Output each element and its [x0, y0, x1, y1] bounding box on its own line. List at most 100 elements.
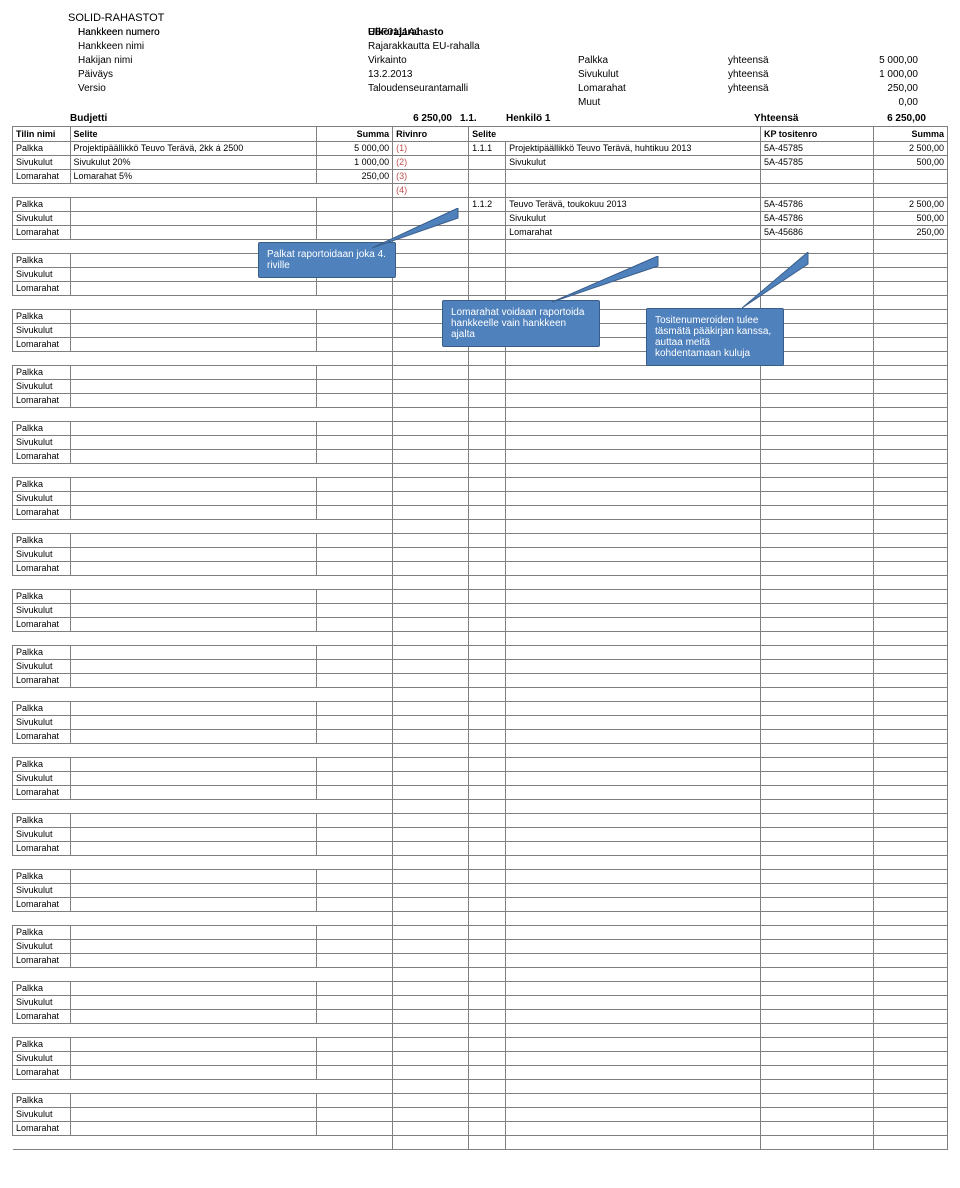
spacer-row [13, 744, 948, 758]
table-row: Lomarahat [13, 562, 948, 576]
table-row: Palkka [13, 590, 948, 604]
summary-label: Lomarahat [578, 82, 728, 96]
table-row: Lomarahat [13, 898, 948, 912]
summary-value: 0,00 [818, 96, 918, 110]
table-row: Palkka [13, 702, 948, 716]
summary-label: Palkka [578, 54, 728, 68]
meta-label: Hankkeen numero [78, 26, 368, 40]
col-tilin-nimi: Tilin nimi [13, 127, 71, 142]
table-row: Sivukulut [13, 828, 948, 842]
spacer-row [13, 968, 948, 982]
table-row: (4) [13, 184, 948, 198]
table-row: Palkka [13, 870, 948, 884]
table-row: SivukulutSivukulut 20%1 000,00(2)Sivukul… [13, 156, 948, 170]
table-row: Sivukulut [13, 940, 948, 954]
table-row: Sivukulut [13, 1052, 948, 1066]
callout-lomarahat: Lomarahat voidaan raportoida hankkeelle … [442, 300, 600, 347]
table-row: Sivukulut [13, 604, 948, 618]
table-row: Palkka [13, 758, 948, 772]
table-row: LomarahatLomarahat 5%250,00(3) [13, 170, 948, 184]
spacer-row [13, 1024, 948, 1038]
table-row: Sivukulut [13, 660, 948, 674]
col-rivinro: Rivinro [393, 127, 469, 142]
table-row: LomarahatLomarahat5A-45686250,00 [13, 226, 948, 240]
budget-label: Budjetti [68, 112, 380, 126]
spacer-row [13, 800, 948, 814]
summary-ylabel: yhteensä [728, 82, 818, 96]
table-row: Palkka1.1.2Teuvo Terävä, toukokuu 20135A… [13, 198, 948, 212]
spacer-row [13, 856, 948, 870]
spacer-row [13, 1080, 948, 1094]
spacer-row [13, 632, 948, 646]
spacer-row [13, 688, 948, 702]
table-row: Lomarahat [13, 282, 948, 296]
summary-label: Sivukulut [578, 68, 728, 82]
table-row: Palkka [13, 814, 948, 828]
table-row: Lomarahat [13, 506, 948, 520]
table-row: Lomarahat [13, 842, 948, 856]
table-row: Lomarahat [13, 394, 948, 408]
col-summa: Summa [317, 127, 393, 142]
table-row: Lomarahat [13, 618, 948, 632]
budget-ramount: 6 250,00 [854, 112, 930, 126]
spacer-row [13, 576, 948, 590]
budget-r3: Yhteensä [754, 112, 854, 126]
budget-amount: 6 250,00 [380, 112, 456, 126]
budget-r2: Henkilö 1 [506, 112, 754, 126]
table-row: Sivukulut [13, 884, 948, 898]
table-row: Palkka [13, 646, 948, 660]
table-row: PalkkaProjektipäällikkö Teuvo Terävä, 2k… [13, 142, 948, 156]
meta-label: Päiväys [78, 68, 368, 82]
spacer-row [13, 240, 948, 254]
table-row: Palkka [13, 926, 948, 940]
table-row: Palkka [13, 534, 948, 548]
callout-palkat: Palkat raportoidaan joka 4. riville [258, 242, 396, 278]
table-header-row: Tilin nimi Selite Summa Rivinro Selite K… [13, 127, 948, 142]
summary-value: 250,00 [818, 82, 918, 96]
callout-tosite: Tositenumeroiden tulee täsmätä pääkirjan… [646, 308, 784, 366]
table-row: Sivukulut [13, 380, 948, 394]
summary-value: 5 000,00 [818, 54, 918, 68]
spacer-row [13, 520, 948, 534]
table-row: Palkka [13, 478, 948, 492]
summary-label: Muut [578, 96, 728, 110]
callout-text: Lomarahat voidaan raportoida hankkeelle … [451, 307, 584, 340]
spacer-row [13, 1136, 948, 1150]
main-table: Tilin nimi Selite Summa Rivinro Selite K… [12, 126, 948, 1150]
callout-text: Tositenumeroiden tulee täsmätä pääkirjan… [655, 315, 771, 359]
table-row: Lomarahat [13, 730, 948, 744]
budget-header-row: Budjetti 6 250,00 1.1. Henkilö 1 Yhteens… [12, 112, 948, 126]
spacer-row [13, 464, 948, 478]
meta-mid: 13.2.2013 [368, 68, 578, 82]
table-row: Sivukulut [13, 268, 948, 282]
meta-label: Hakijan nimi [78, 54, 368, 68]
table-row: Palkka [13, 254, 948, 268]
table-row: Lomarahat [13, 1010, 948, 1024]
meta-mid: Virkainto [368, 54, 578, 68]
budget-r1: 1.1. [456, 112, 506, 126]
table-row: Lomarahat [13, 1122, 948, 1136]
table-row: Sivukulut [13, 716, 948, 730]
table-row: Lomarahat [13, 674, 948, 688]
table-row: Palkka [13, 1094, 948, 1108]
spacer-row [13, 408, 948, 422]
table-row: Lomarahat [13, 1066, 948, 1080]
meta-label: Hankkeen nimi [78, 40, 368, 54]
col-summa-r: Summa [873, 127, 947, 142]
page: SOLID-RAHASTOT Hankkeen numero Ulkorajar… [12, 12, 948, 1150]
meta-block: Hankkeen numero EBF0111A1 Hankkeen nimi … [12, 26, 948, 110]
table-row: Sivukulut [13, 772, 948, 786]
spacer-row [13, 912, 948, 926]
table-row: Sivukulut [13, 996, 948, 1010]
table-row: Palkka [13, 1038, 948, 1052]
summary-ylabel: yhteensä [728, 54, 818, 68]
table-row: Lomarahat [13, 786, 948, 800]
meta-mid: EBF0111A1 [368, 26, 578, 40]
col-selite-r: Selite [469, 127, 761, 142]
meta-label: Versio [78, 82, 368, 96]
table-row: Sivukulut [13, 492, 948, 506]
table-row: SivukulutSivukulut5A-45786500,00 [13, 212, 948, 226]
table-row: Palkka [13, 422, 948, 436]
table-row: Sivukulut [13, 548, 948, 562]
table-row: Lomarahat [13, 954, 948, 968]
